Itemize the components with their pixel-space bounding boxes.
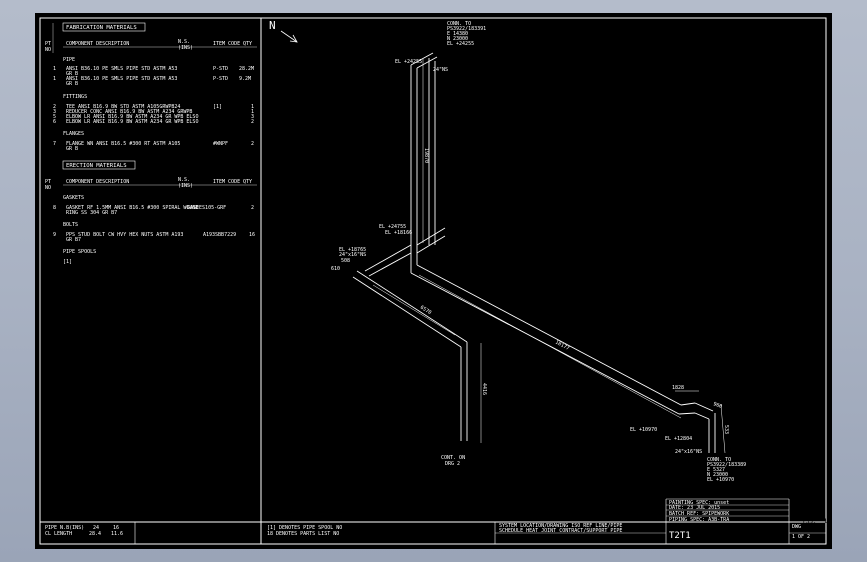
issue-label: ISS: -1 [802,518,828,525]
isometric-drawing: FABRICATION MATERIALS PT NO COMPONENT DE… [39,17,827,545]
connection-top: CONN. TO PS3922/183391 E 14380 N 23000 E… [395,21,486,73]
svg-text:ITEM CODE: ITEM CODE [213,41,240,47]
drawing-sheet: FABRICATION MATERIALS PT NO COMPONENT DE… [35,13,832,549]
svg-text:GR B: GR B [66,146,78,152]
svg-text:533: 533 [723,425,729,434]
dimension-lines [372,59,726,454]
svg-text:(INS): (INS) [178,183,193,189]
svg-text:24"x16"NS: 24"x16"NS [339,252,366,258]
svg-text:#WNPF: #WNPF [213,141,228,147]
svg-text:GASKETS: GASKETS [63,195,84,201]
svg-text:EL +12804: EL +12804 [665,436,692,442]
svg-text:(INS): (INS) [178,45,193,51]
connection-bottom-right: CONN. TO PS3922/183389 E 5327 N 23000 EL… [707,457,746,483]
svg-text:2: 2 [251,141,254,147]
svg-text:FLANGES: FLANGES [63,131,84,137]
svg-text:16: 16 [249,232,255,238]
svg-text:DRG 2: DRG 2 [445,461,460,467]
svg-text:EL +18166: EL +18166 [385,230,412,236]
svg-text:24"NS: 24"NS [433,67,448,73]
svg-text:2: 2 [251,119,254,125]
svg-text:28.4: 28.4 [89,531,101,537]
iso-number: T2T1 [669,531,691,541]
svg-text:PIPING SPEC: A3B-TRA: PIPING SPEC: A3B-TRA [669,517,729,523]
svg-text:EL +10970: EL +10970 [707,477,734,483]
svg-text:7: 7 [53,141,56,147]
title-block: PAINTING SPEC: unset DATE: 23 JUL 2015 B… [499,500,810,541]
svg-text:1: 1 [53,76,56,82]
svg-text:FLANGE WN ANSI B16.5 #300 RT A: FLANGE WN ANSI B16.5 #300 RT ASTM A105 [66,141,180,147]
svg-text:2: 2 [251,205,254,211]
svg-text:QTY: QTY [243,41,252,47]
svg-text:11.6: 11.6 [111,531,123,537]
svg-text:24"x16"NS: 24"x16"NS [675,449,702,455]
parts-note: 18 DENOTES PARTS LIST NO [267,531,339,537]
svg-text:PPS STUD BOLT CW HVY HEX NUTS: PPS STUD BOLT CW HVY HEX NUTS ASTM A193 [66,232,183,238]
elevation-labels: EL +24755 EL +18166 EL +18765 24"x16"NS … [339,224,702,455]
svg-text:BOLTS: BOLTS [63,222,78,228]
application-window: FABRICATION MATERIALS PT NO COMPONENT DE… [0,0,867,562]
svg-text:CL LENGTH: CL LENGTH [45,531,72,537]
svg-text:PIPE: PIPE [63,57,75,63]
svg-text:9.2M: 9.2M [239,76,251,82]
north-arrow: N [269,19,298,43]
svg-text:GR B7: GR B7 [66,237,81,243]
svg-text:SCHEDULE HEAT JOINT CONTRAC: SCHEDULE HEAT JOINT CONTRACT/SUPPORT PIP… [499,528,622,534]
svg-text:GR B: GR B [66,81,78,87]
svg-text:A193SBB7229: A193SBB7229 [203,232,236,238]
svg-text:28.2M: 28.2M [239,66,254,72]
svg-text:ANSI B36.10 PE SMLS PIPE STD A: ANSI B36.10 PE SMLS PIPE STD ASTM A53 [66,76,177,82]
svg-text:1828: 1828 [672,385,684,391]
svg-text:FITTINGS: FITTINGS [63,94,87,100]
svg-text:GASEES105-GRF: GASEES105-GRF [187,205,226,211]
svg-text:QTY: QTY [243,179,252,185]
svg-text:RING SS 304 GR B7: RING SS 304 GR B7 [66,210,117,216]
svg-text:8: 8 [53,205,56,211]
svg-text:[1]: [1] [63,259,72,265]
svg-text:610: 610 [331,266,340,272]
svg-text:508: 508 [341,258,350,264]
dim-vertical-main: 19870 [423,148,429,163]
svg-text:960: 960 [712,401,723,410]
svg-text:P-STD: P-STD [213,66,228,72]
fabrication-header: FABRICATION MATERIALS [66,25,137,31]
svg-text:EL +24255: EL +24255 [447,41,474,47]
svg-text:NO: NO [45,47,51,53]
svg-text:ELBOW LR ANSI B16.9 BW ASTM A2: ELBOW LR ANSI B16.9 BW ASTM A234 GR WPB … [66,119,198,125]
material-list: FABRICATION MATERIALS PT NO COMPONENT DE… [45,22,257,537]
svg-text:P-STD: P-STD [213,76,228,82]
dim-vertical-left: 4416 [481,383,487,395]
svg-text:1 OF 2: 1 OF 2 [792,534,810,540]
svg-text:6: 6 [53,119,56,125]
column-description: COMPONENT DESCRIPTION [66,41,129,47]
svg-text:[1]: [1] [213,104,222,110]
connection-bottom-left: CONT. ON DRG 2 [441,455,465,467]
svg-text:EL +24255: EL +24255 [395,59,422,65]
svg-text:DWG: DWG [792,524,801,530]
erection-header: ERECTION MATERIALS [66,163,127,169]
svg-text:ANSI B36.10 PE SMLS PIPE STD A: ANSI B36.10 PE SMLS PIPE STD ASTM A53 [66,66,177,72]
svg-text:PIPE SPOOLS: PIPE SPOOLS [63,249,96,255]
svg-text:EL +10970: EL +10970 [630,427,657,433]
svg-text:N: N [269,19,276,32]
svg-text:ITEM CODE: ITEM CODE [213,179,240,185]
pipe-route [352,52,716,453]
svg-text:NO: NO [45,185,51,191]
svg-text:COMPONENT DESCRIPTION: COMPONENT DESCRIPTION [66,179,129,185]
svg-text:9: 9 [53,232,56,238]
svg-text:1: 1 [53,66,56,72]
